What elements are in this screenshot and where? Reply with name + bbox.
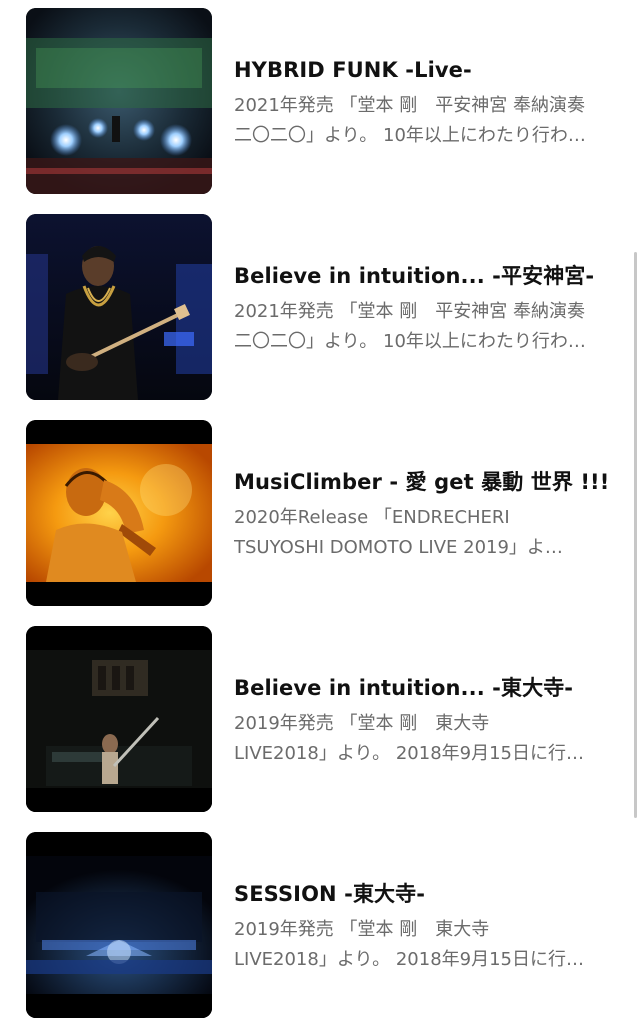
- description-line: 二〇二〇」より。 10年以上にわたり行わ…: [234, 125, 586, 146]
- track-title: Believe in intuition... -東大寺-: [234, 676, 574, 700]
- temple-stage-thumbnail: [26, 626, 212, 812]
- video-thumbnail[interactable]: [26, 8, 212, 194]
- description-line: LIVE2018」より。 2018年9月15日に行…: [234, 743, 584, 764]
- bass-player-thumbnail: [26, 214, 212, 400]
- track-title: MusiClimber - 愛 get 暴動 世界 !!!: [234, 470, 610, 494]
- list-item[interactable]: SESSION -東大寺- 2019年発売 「堂本 剛 東大寺 LIVE2018…: [0, 832, 644, 1018]
- description-line: LIVE2018」より。 2018年9月15日に行…: [234, 949, 584, 970]
- track-description: 2019年発売 「堂本 剛 東大寺 LIVE2018」より。 2018年9月15…: [234, 709, 622, 769]
- blue-stage-thumbnail: [26, 832, 212, 1018]
- list-item[interactable]: Believe in intuition... -平安神宮- 2021年発売 「…: [0, 214, 644, 400]
- list-item[interactable]: HYBRID FUNK -Live- 2021年発売 「堂本 剛 平安神宮 奉納…: [0, 8, 644, 194]
- description-line: 二〇二〇」より。 10年以上にわたり行わ…: [234, 331, 586, 352]
- track-description: 2019年発売 「堂本 剛 東大寺 LIVE2018」より。 2018年9月15…: [234, 915, 622, 975]
- list-item[interactable]: Believe in intuition... -東大寺- 2019年発売 「堂…: [0, 626, 644, 812]
- orange-singer-thumbnail: [26, 420, 212, 606]
- description-line: 2019年発売 「堂本 剛 東大寺: [234, 713, 490, 734]
- track-title: HYBRID FUNK -Live-: [234, 58, 472, 82]
- track-description: 2021年発売 「堂本 剛 平安神宮 奉納演奏 二〇二〇」より。 10年以上にわ…: [234, 297, 622, 357]
- description-line: TSUYOSHI DOMOTO LIVE 2019」よ…: [234, 537, 563, 558]
- track-title: SESSION -東大寺-: [234, 882, 426, 906]
- video-thumbnail[interactable]: [26, 626, 212, 812]
- description-line: 2021年発売 「堂本 剛 平安神宮 奉納演奏: [234, 95, 585, 116]
- list-item[interactable]: MusiClimber - 愛 get 暴動 世界 !!! 2020年Relea…: [0, 420, 644, 606]
- video-thumbnail[interactable]: [26, 420, 212, 606]
- track-description: 2021年発売 「堂本 剛 平安神宮 奉納演奏 二〇二〇」より。 10年以上にわ…: [234, 91, 622, 151]
- track-description: 2020年Release 「ENDRECHERI TSUYOSHI DOMOTO…: [234, 503, 622, 563]
- scrollbar[interactable]: [634, 252, 637, 818]
- description-line: 2019年発売 「堂本 剛 東大寺: [234, 919, 490, 940]
- concert-stage-lights-thumbnail: [26, 8, 212, 194]
- description-line: 2021年発売 「堂本 剛 平安神宮 奉納演奏: [234, 301, 585, 322]
- track-title: Believe in intuition... -平安神宮-: [234, 264, 595, 288]
- video-thumbnail[interactable]: [26, 214, 212, 400]
- description-line: 2020年Release 「ENDRECHERI: [234, 507, 510, 528]
- video-list: HYBRID FUNK -Live- 2021年発売 「堂本 剛 平安神宮 奉納…: [0, 0, 644, 1024]
- video-thumbnail[interactable]: [26, 832, 212, 1018]
